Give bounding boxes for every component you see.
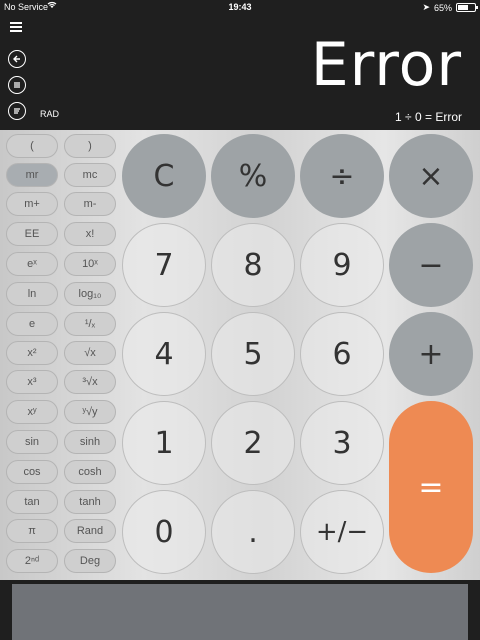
sci-key-square[interactable]: x² [6,341,58,365]
decimal-button[interactable]: . [211,490,295,574]
multiply-button[interactable]: × [389,134,473,218]
sci-key-mc[interactable]: mc [64,163,116,187]
clock: 19:43 [228,2,252,12]
sci-key-log10[interactable]: log₁₀ [64,282,116,306]
battery-percent: 65% [433,2,452,13]
sign-toggle-button[interactable]: +/− [300,490,384,574]
sci-key-ee[interactable]: EE [6,222,58,246]
sci-key-pi[interactable]: π [6,519,58,543]
digit-4-button[interactable]: 4 [122,312,206,396]
sci-key-yroot[interactable]: ʸ√y [64,400,116,424]
back-arrow-icon[interactable] [8,50,26,68]
digit-6-button[interactable]: 6 [300,312,384,396]
sci-key-sin[interactable]: sin [6,430,58,454]
sci-key-mr[interactable]: mr [6,163,58,187]
menu-icon[interactable] [10,22,22,32]
display-panel: RAD Error 1 ÷ 0 = Error [0,16,480,130]
sci-key-m-plus[interactable]: m+ [6,192,58,216]
digit-8-button[interactable]: 8 [211,223,295,307]
sci-key-deg[interactable]: Deg [64,549,116,573]
keypad: ( ) mr mc m+ m- EE x! eˣ 10ˣ ln log₁₀ e … [0,130,480,580]
sci-key-cosh[interactable]: cosh [64,460,116,484]
digit-2-button[interactable]: 2 [211,401,295,485]
sci-key-second[interactable]: 2ⁿᵈ [6,549,58,573]
bottom-panel [12,584,468,640]
divide-button[interactable]: ÷ [300,134,384,218]
sci-key-factorial[interactable]: x! [64,222,116,246]
sci-key-ln[interactable]: ln [6,282,58,306]
sci-key-m-minus[interactable]: m- [64,192,116,216]
sci-key-rand[interactable]: Rand [64,519,116,543]
angle-mode: RAD [40,109,60,119]
sci-key-open-paren[interactable]: ( [6,134,58,158]
sci-key-tan[interactable]: tan [6,490,58,514]
digit-3-button[interactable]: 3 [300,401,384,485]
sci-key-exp[interactable]: eˣ [6,252,58,276]
percent-button[interactable]: % [211,134,295,218]
plus-button[interactable]: + [389,312,473,396]
history-icon[interactable] [8,102,26,120]
sci-key-cos[interactable]: cos [6,460,58,484]
list-icon[interactable] [8,76,26,94]
sci-key-cube[interactable]: x³ [6,370,58,394]
sci-key-close-paren[interactable]: ) [64,134,116,158]
sci-key-power[interactable]: xʸ [6,400,58,424]
sci-key-tanh[interactable]: tanh [64,490,116,514]
status-bar: No Service 19:43 ➤ 65% [0,0,480,16]
battery-fill [458,5,469,10]
clear-button[interactable]: C [122,134,206,218]
equals-button[interactable]: = [389,401,473,573]
status-right: ➤ 65% [422,2,478,13]
result-display: Error [310,30,462,100]
digit-7-button[interactable]: 7 [122,223,206,307]
sci-key-sqrt[interactable]: √x [64,341,116,365]
digit-9-button[interactable]: 9 [300,223,384,307]
digit-1-button[interactable]: 1 [122,401,206,485]
sci-key-e[interactable]: e [6,312,58,336]
sci-key-cbrt[interactable]: ³√x [64,370,116,394]
sci-key-sinh[interactable]: sinh [64,430,116,454]
digit-0-button[interactable]: 0 [122,490,206,574]
sci-key-reciprocal[interactable]: ¹/ₓ [64,312,116,336]
expression-display: 1 ÷ 0 = Error [395,110,462,124]
digit-5-button[interactable]: 5 [211,312,295,396]
bottom-bar [0,580,480,640]
minus-button[interactable]: − [389,223,473,307]
battery-icon [456,3,478,12]
sci-key-ten-pow[interactable]: 10ˣ [64,252,116,276]
location-icon: ➤ [422,2,430,12]
